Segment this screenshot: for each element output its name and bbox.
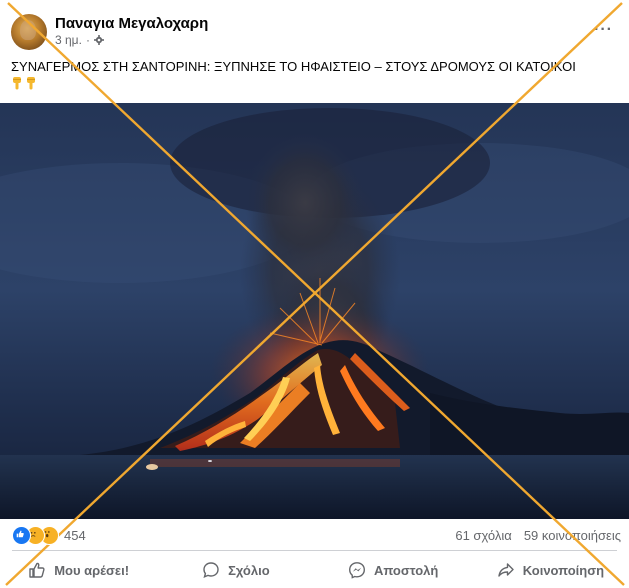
like-button[interactable]: Μου αρέσει! [0, 556, 157, 584]
post-header: Παναγια Μεγαλοχαρη 3 ημ. · ··· [0, 0, 629, 56]
meta-separator: · [85, 33, 90, 47]
send-button[interactable]: Αποστολή [315, 556, 472, 584]
caption-emoji-row [11, 77, 37, 90]
volcano-eruption-image [0, 103, 629, 519]
share-button[interactable]: Κοινοποίηση [472, 556, 629, 584]
facebook-post: Παναγια Μεγαλοχαρη 3 ημ. · ··· ΣΥΝΑΓΕΡΜΟ… [0, 0, 629, 588]
comments-count[interactable]: 61 σχόλια [455, 528, 511, 543]
post-time[interactable]: 3 ημ. [55, 33, 82, 47]
actions-divider [12, 550, 617, 551]
messenger-icon [348, 562, 365, 579]
engagement-counts: 61 σχόλια 59 κοινοποιήσεις [455, 528, 621, 543]
send-label: Αποστολή [373, 562, 439, 578]
comment-button[interactable]: Σχόλιο [157, 556, 314, 584]
post-meta: 3 ημ. · [55, 33, 104, 47]
post-stats: 454 61 σχόλια 59 κοινοποιήσεις [0, 523, 629, 547]
reactions-count: 454 [64, 528, 86, 543]
pointing-down-icon [13, 77, 21, 90]
author-name[interactable]: Παναγια Μεγαλοχαρη [55, 15, 208, 32]
shares-count[interactable]: 59 κοινοποιήσεις [524, 528, 621, 543]
pointing-down-icon [27, 77, 35, 90]
gear-icon [93, 35, 104, 45]
comment-label: Σχόλιο [228, 562, 270, 578]
share-label: Κοινοποίηση [522, 562, 605, 578]
share-icon [497, 563, 514, 577]
author-avatar[interactable] [11, 14, 47, 50]
like-icon [12, 526, 31, 545]
post-caption: ΣΥΝΑΓΕΡΜΟΣ ΣΤΗ ΣΑΝΤΟΡΙΝΗ: ΞΥΠΝΗΣΕ ΤΟ ΗΦΑ… [11, 59, 576, 74]
thumbs-up-icon [29, 562, 45, 578]
more-options-icon[interactable]: ··· [594, 21, 613, 39]
post-photo[interactable] [0, 103, 629, 519]
like-label: Μου αρέσει! [54, 562, 130, 578]
reactions-summary[interactable]: 454 [12, 526, 86, 545]
post-actions: Μου αρέσει! Σχόλιο Αποστολή Κοινοποίηση [0, 556, 629, 584]
comment-icon [203, 562, 219, 578]
